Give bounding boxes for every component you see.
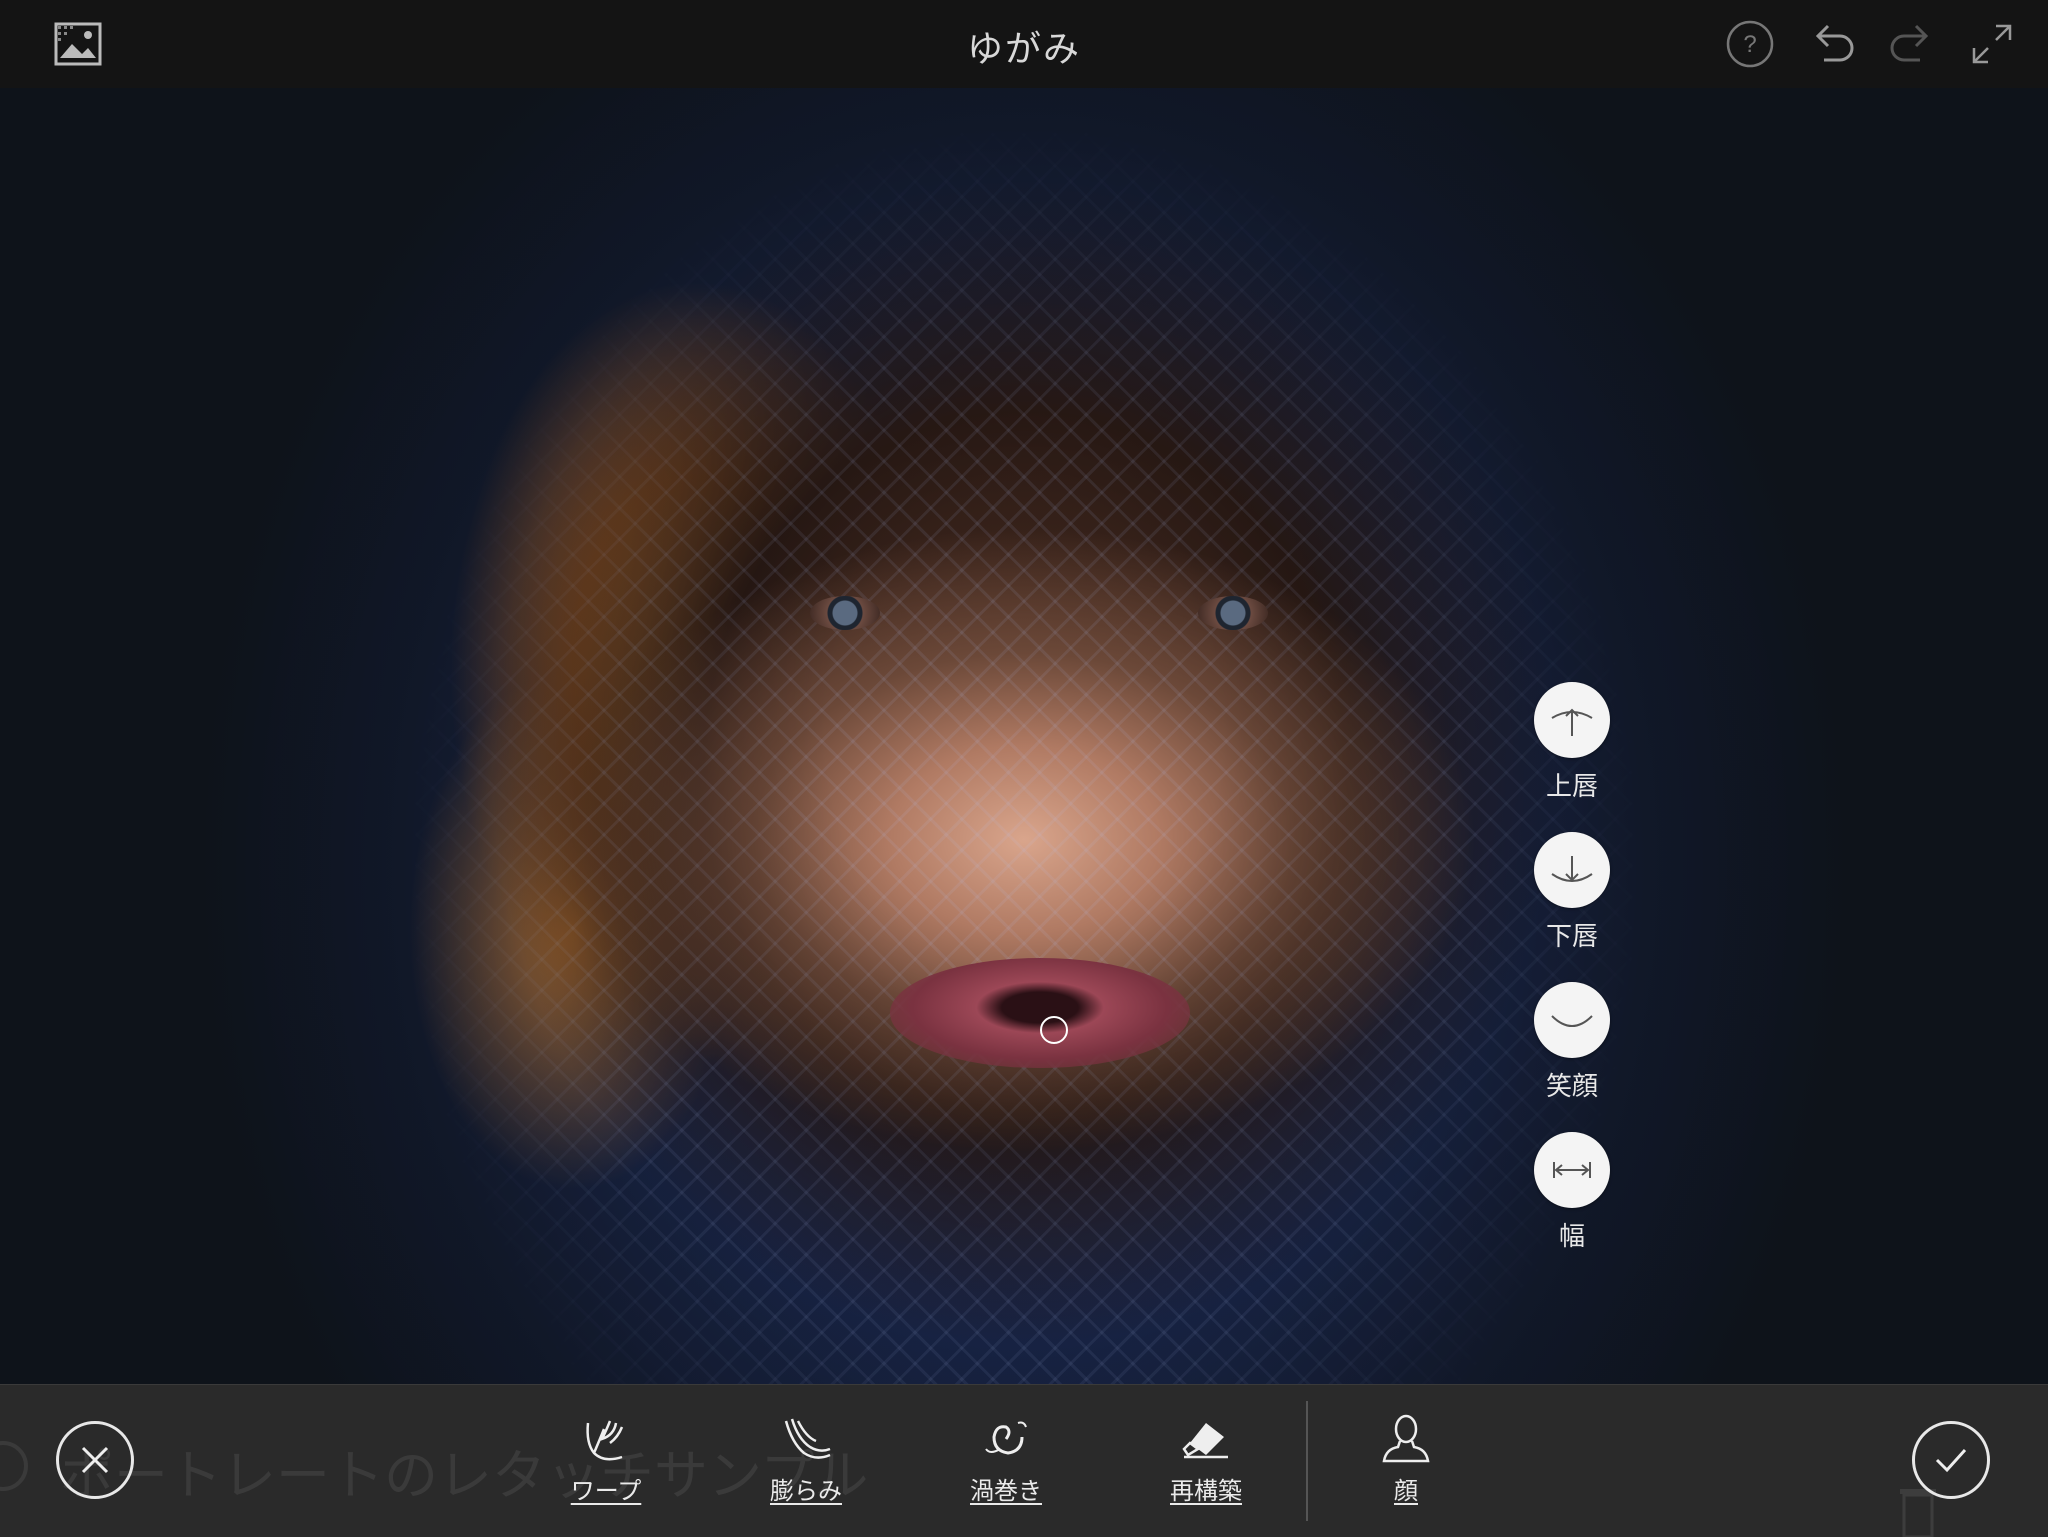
tool-reconstruct[interactable]: 再構築 — [1146, 1409, 1266, 1506]
lip-tool-upper[interactable]: 上唇 — [1532, 682, 1612, 803]
lip-tool-width[interactable]: 幅 — [1532, 1132, 1612, 1253]
top-bar: ゆがみ ? — [0, 0, 2048, 89]
confirm-button[interactable] — [1912, 1421, 1990, 1499]
lips — [890, 958, 1190, 1068]
bottom-toolbar: ポートレートのレタッチサンプル ワープ 膨らみ 渦巻き 再構築 顔 — [0, 1384, 2048, 1537]
tool-bloat[interactable]: 膨らみ — [746, 1409, 866, 1506]
lip-tool-smile[interactable]: 笑顔 — [1532, 982, 1612, 1103]
arrow-down-curve-icon[interactable] — [1534, 832, 1610, 908]
help-icon[interactable]: ? — [1724, 18, 1776, 70]
lip-tool-label: 幅 — [1558, 1222, 1585, 1252]
toolbar-divider — [1306, 1401, 1308, 1521]
cancel-button[interactable] — [56, 1421, 134, 1499]
bloat-hand-icon — [776, 1409, 836, 1469]
person-icon — [1376, 1409, 1436, 1469]
brush-cursor-circle[interactable] — [1040, 1016, 1068, 1044]
warp-hand-icon — [576, 1409, 636, 1469]
play-icon — [0, 1441, 28, 1491]
right-eye — [1198, 596, 1268, 630]
svg-text:?: ? — [1743, 31, 1756, 58]
eraser-icon — [1176, 1409, 1236, 1469]
lip-tool-lower[interactable]: 下唇 — [1532, 832, 1612, 953]
photo-canvas[interactable] — [0, 88, 2048, 1384]
smile-curve-icon[interactable] — [1534, 982, 1610, 1058]
undo-icon[interactable] — [1806, 18, 1858, 70]
fullscreen-icon[interactable] — [1966, 18, 2018, 70]
check-icon — [1935, 1448, 1967, 1473]
lip-tool-label: 上唇 — [1545, 772, 1598, 802]
tool-label: 再構築 — [1170, 1477, 1242, 1505]
lip-tool-label: 笑顔 — [1545, 1072, 1598, 1102]
left-eye — [810, 596, 880, 630]
tool-face[interactable]: 顔 — [1346, 1409, 1466, 1506]
tool-warp[interactable]: ワープ — [546, 1409, 666, 1506]
tool-label: 渦巻き — [970, 1477, 1042, 1505]
tool-label: 膨らみ — [770, 1477, 842, 1505]
close-icon — [81, 1446, 109, 1474]
tool-label: 顔 — [1394, 1477, 1418, 1505]
width-arrows-icon[interactable] — [1534, 1132, 1610, 1208]
swirl-icon — [976, 1409, 1036, 1469]
arrow-up-curve-icon[interactable] — [1534, 682, 1610, 758]
tool-swirl[interactable]: 渦巻き — [946, 1409, 1066, 1506]
tool-label: ワープ — [570, 1477, 642, 1505]
lip-tool-label: 下唇 — [1545, 922, 1598, 952]
redo-icon[interactable] — [1886, 18, 1938, 70]
